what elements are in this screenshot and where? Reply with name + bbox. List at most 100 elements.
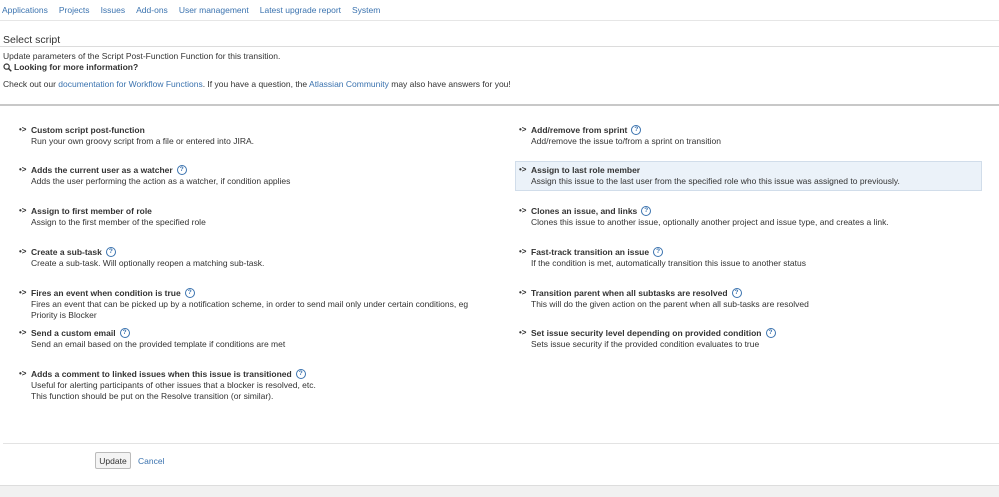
nav-add-ons[interactable]: Add-ons — [136, 5, 168, 15]
script-option[interactable]: •> Transition parent when all subtasks ar… — [515, 284, 982, 314]
script-option-title[interactable]: Add/remove from sprint? — [531, 124, 977, 135]
arrow-right-icon: •> — [19, 369, 27, 378]
script-option-title[interactable]: Fires an event when condition is true? — [31, 287, 477, 298]
nav-projects[interactable]: Projects — [59, 5, 90, 15]
divider — [0, 104, 999, 106]
question-circle-icon[interactable]: ? — [119, 327, 130, 338]
script-option-title-text[interactable]: Custom script post-function — [31, 125, 145, 135]
search-icon — [3, 62, 12, 72]
script-option-description: Fires an event that can be picked up by … — [31, 299, 469, 320]
arrow-right-icon: •> — [19, 165, 27, 174]
question-circle-icon[interactable]: ? — [653, 246, 664, 257]
script-option-title-text[interactable]: Send a custom email — [31, 328, 116, 338]
update-button[interactable]: Update — [95, 452, 131, 469]
script-option[interactable]: •> Assign to first member of role Assign t… — [15, 202, 482, 232]
script-option-title[interactable]: Send a custom email? — [31, 327, 477, 338]
divider — [3, 443, 999, 444]
script-option-title-text[interactable]: Create a sub-task — [31, 247, 102, 257]
script-option[interactable]: •> Fast-track transition an issue? If the … — [515, 243, 982, 273]
help-text-suffix: may also have answers for you! — [388, 79, 511, 89]
script-option-description: Sets issue security if the provided cond… — [531, 339, 760, 349]
script-option-title-text[interactable]: Add/remove from sprint — [531, 125, 627, 135]
script-option[interactable]: •> Create a sub-task? Create a sub-task. W… — [15, 243, 482, 273]
script-option-description: This will do the given action on the par… — [531, 299, 809, 309]
arrow-right-icon: •> — [519, 288, 527, 297]
documentation-link[interactable]: documentation for Workflow Functions — [58, 79, 202, 89]
arrow-right-icon: •> — [519, 125, 527, 134]
script-option-description: Adds the user performing the action as a… — [31, 176, 291, 186]
arrow-right-icon: •> — [519, 247, 527, 256]
script-option-title-text[interactable]: Clones an issue, and links — [531, 206, 637, 216]
question-circle-icon[interactable]: ? — [184, 287, 195, 298]
question-circle-icon[interactable]: ? — [641, 205, 652, 216]
question-circle-icon[interactable]: ? — [105, 246, 116, 257]
script-option-title-text[interactable]: Set issue security level depending on pr… — [531, 328, 762, 338]
nav-applications[interactable]: Applications — [2, 5, 48, 15]
question-circle-icon[interactable]: ? — [176, 164, 187, 175]
script-option-description: If the condition is met, automatically t… — [531, 258, 806, 268]
question-circle-icon[interactable]: ? — [731, 287, 742, 298]
script-option-description: Create a sub-task. Will optionally reope… — [31, 258, 265, 268]
question-circle-icon[interactable]: ? — [631, 124, 642, 135]
question-circle-icon[interactable]: ? — [765, 327, 776, 338]
help-text-prefix: Check out our — [3, 79, 59, 89]
script-option-title[interactable]: Assign to last role member — [531, 164, 977, 175]
script-option[interactable]: •> Add/remove from sprint? Add/remove the … — [515, 121, 982, 151]
script-option-description: Run your own groovy script from a file o… — [31, 136, 254, 146]
script-option-description: Send an email based on the provided temp… — [31, 339, 286, 349]
script-option-description: Clones this issue to another issue, opti… — [531, 217, 889, 227]
script-option-title-text[interactable]: Transition parent when all subtasks are … — [531, 288, 728, 298]
nav-issues[interactable]: Issues — [101, 5, 126, 15]
nav-latest-upgrade-report[interactable]: Latest upgrade report — [260, 5, 341, 15]
script-option[interactable]: •> Custom script post-function Run your ow… — [15, 121, 482, 151]
page-title: Select script — [3, 34, 61, 46]
script-option-title[interactable]: Create a sub-task? — [31, 246, 477, 257]
script-option-title[interactable]: Fast-track transition an issue? — [531, 246, 977, 257]
script-option-title[interactable]: Clones an issue, and links? — [531, 205, 977, 216]
nav-system[interactable]: System — [352, 5, 380, 15]
community-link[interactable]: Atlassian Community — [309, 79, 389, 89]
script-option[interactable]: •> Send a custom email? Send an email base… — [15, 324, 482, 354]
arrow-right-icon: •> — [19, 206, 27, 215]
arrow-right-icon: •> — [519, 206, 527, 215]
script-option-description: Assign to the first member of the specif… — [31, 217, 206, 227]
script-option-title[interactable]: Set issue security level depending on pr… — [531, 327, 977, 338]
arrow-right-icon: •> — [19, 328, 27, 337]
script-option-title-text[interactable]: Fires an event when condition is true — [31, 288, 181, 298]
script-option[interactable]: •> Fires an event when condition is true?… — [15, 284, 482, 325]
script-option-title-text[interactable]: Adds the current user as a watcher — [31, 165, 173, 175]
script-option-title[interactable]: Assign to first member of role — [31, 205, 477, 216]
script-option-description-extra: This function should be put on the Resol… — [31, 391, 274, 401]
footer-bar — [0, 485, 999, 497]
help-text-middle: . If you have a question, the — [202, 79, 310, 89]
arrow-right-icon: •> — [519, 165, 527, 174]
cancel-link[interactable]: Cancel — [138, 456, 164, 466]
arrow-right-icon: •> — [19, 288, 27, 297]
more-info-label: Looking for more information? — [14, 62, 139, 72]
arrow-right-icon: •> — [19, 247, 27, 256]
script-option-title[interactable]: Adds the current user as a watcher? — [31, 164, 477, 175]
script-option-description: Add/remove the issue to/from a sprint on… — [531, 136, 721, 146]
arrow-right-icon: •> — [19, 125, 27, 134]
script-option-title-text[interactable]: Fast-track transition an issue — [531, 247, 649, 257]
top-navigation: Applications Projects Issues Add-ons Use… — [0, 0, 999, 21]
script-option-title[interactable]: Adds a comment to linked issues when thi… — [31, 368, 477, 379]
script-option-description: Useful for alerting participants of othe… — [31, 380, 316, 390]
script-option[interactable]: •> Set issue security level depending on … — [515, 324, 982, 354]
help-text: Check out our documentation for Workflow… — [3, 79, 511, 89]
more-info-heading: Looking for more information? — [3, 62, 138, 72]
script-option-title[interactable]: Custom script post-function — [31, 124, 477, 135]
script-option[interactable]: •> Assign to last role member Assign this … — [515, 161, 982, 191]
script-option-title-text[interactable]: Assign to first member of role — [31, 206, 152, 216]
question-circle-icon[interactable]: ? — [295, 368, 306, 379]
script-option-title[interactable]: Transition parent when all subtasks are … — [531, 287, 977, 298]
script-option[interactable]: •> Adds the current user as a watcher? Add… — [15, 161, 482, 191]
page-description: Update parameters of the Script Post-Fun… — [3, 51, 281, 61]
script-option-title-text[interactable]: Assign to last role member — [531, 165, 640, 175]
script-option[interactable]: •> Clones an issue, and links? Clones this… — [515, 202, 982, 232]
script-option-title-text[interactable]: Adds a comment to linked issues when thi… — [31, 369, 292, 379]
nav-user-management[interactable]: User management — [179, 5, 249, 15]
script-option-description: Assign this issue to the last user from … — [531, 176, 900, 186]
divider — [0, 46, 999, 47]
script-option[interactable]: •> Adds a comment to linked issues when t… — [15, 365, 482, 406]
